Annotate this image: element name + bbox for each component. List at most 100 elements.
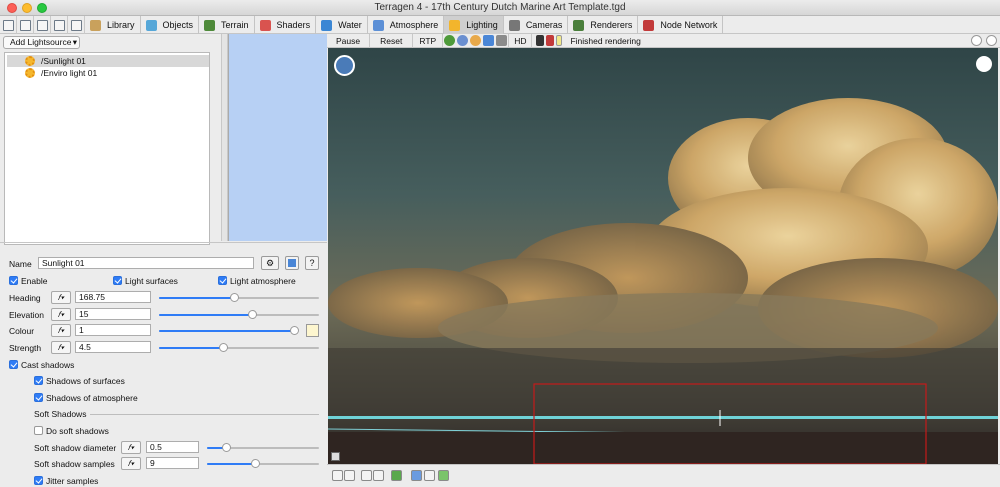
shadows-of-surfaces-checkbox[interactable]	[34, 376, 43, 385]
heading-slider[interactable]	[159, 293, 319, 302]
objects-preview-icon[interactable]	[496, 35, 508, 46]
soft-shadow-diameter-slider[interactable]	[207, 443, 319, 452]
camera-select-icon[interactable]	[344, 470, 355, 481]
node-network-icon	[643, 19, 655, 31]
do-soft-shadows-label: Do soft shadows	[46, 426, 109, 436]
refresh-icon[interactable]	[391, 470, 402, 481]
add-lightsource-button[interactable]: Add Lightsource ▾	[3, 36, 80, 49]
name-label: Name	[9, 259, 32, 269]
preview-button[interactable]	[285, 256, 299, 270]
heading-field[interactable]: 168.75	[75, 291, 151, 303]
save-project-button[interactable]	[34, 16, 51, 34]
paste-camera-icon[interactable]	[373, 470, 384, 481]
copy-camera-icon[interactable]	[361, 470, 372, 481]
water-preview-icon[interactable]	[483, 35, 495, 46]
slider-knob[interactable]	[290, 326, 300, 335]
expand-view-icon[interactable]	[971, 35, 982, 46]
resize-corner-icon[interactable]	[331, 452, 340, 461]
render-status: Finished rendering	[570, 35, 641, 46]
soft-shadow-samples-slider[interactable]	[207, 459, 319, 468]
soft-shadow-samples-field[interactable]: 9	[146, 457, 199, 469]
zoom-window-button[interactable]	[37, 3, 47, 13]
soft-samples-function-button[interactable]: 𝑓▾	[121, 457, 141, 470]
colour-field[interactable]: 1	[75, 324, 151, 336]
pause-button[interactable]: Pause	[327, 33, 371, 48]
render-toolbar: Pause Reset RTP HD Finished rendering	[327, 33, 1000, 48]
tab-library[interactable]: Library	[85, 16, 141, 34]
heading-function-button[interactable]: 𝑓▾	[51, 291, 71, 304]
help-button[interactable]: ?	[305, 256, 319, 270]
clip-icon[interactable]	[556, 35, 563, 46]
slider-knob[interactable]	[219, 343, 228, 352]
slider-knob[interactable]	[247, 310, 257, 319]
colour-swatch[interactable]	[306, 324, 319, 337]
strength-field[interactable]: 4.5	[75, 341, 151, 353]
shadows-of-atmosphere-checkbox[interactable]	[34, 393, 43, 402]
maximize-view-icon[interactable]	[986, 35, 997, 46]
minimize-window-button[interactable]	[22, 3, 32, 13]
soft-shadow-diameter-field[interactable]: 0.5	[146, 441, 199, 453]
new-project-button[interactable]	[0, 16, 17, 34]
tab-label: Library	[107, 20, 135, 30]
paint-icon[interactable]	[546, 35, 555, 46]
tab-objects[interactable]: Objects	[141, 16, 200, 34]
main-toolbar: Library Objects Terrain Shaders Water Atmosph…	[0, 16, 1000, 34]
layout-button-b[interactable]	[68, 16, 85, 34]
tab-water[interactable]: Water	[316, 16, 368, 34]
enable-checkbox[interactable]	[9, 276, 18, 285]
do-soft-shadows-checkbox[interactable]	[34, 426, 43, 435]
name-field[interactable]: Sunlight 01	[38, 257, 254, 269]
light-atmosphere-checkbox[interactable]	[218, 276, 227, 285]
brush-icon[interactable]	[536, 35, 545, 46]
camera-view-icon[interactable]	[332, 470, 343, 481]
gear-menu-button[interactable]: ⚙	[261, 256, 279, 270]
hd-button[interactable]: HD	[508, 33, 533, 48]
elevation-function-button[interactable]: 𝑓▾	[51, 308, 71, 321]
tab-renderers[interactable]: Renderers	[568, 16, 639, 34]
mini-3d-preview[interactable]	[228, 34, 494, 241]
tab-shaders[interactable]: Shaders	[255, 16, 317, 34]
colour-slider[interactable]	[159, 326, 300, 335]
strength-slider[interactable]	[159, 343, 319, 352]
slider-knob[interactable]	[251, 459, 261, 468]
open-project-button[interactable]	[17, 16, 34, 34]
navigate-icon[interactable]	[438, 470, 449, 481]
vertical-splitter[interactable]	[221, 34, 228, 241]
frame-icon[interactable]	[424, 470, 435, 481]
terrain-preview-icon[interactable]	[444, 35, 456, 46]
tab-lighting[interactable]: Lighting	[444, 16, 504, 34]
slider-knob[interactable]	[230, 293, 240, 302]
light-list-item[interactable]: /Sunlight 01	[7, 55, 209, 67]
light-item-label: /Enviro light 01	[41, 68, 98, 78]
tab-node-network[interactable]: Node Network	[638, 16, 724, 34]
rtp-button[interactable]: RTP	[413, 33, 444, 48]
layout-button-a[interactable]	[51, 16, 68, 34]
elevation-field[interactable]: 15	[75, 308, 151, 320]
lighting-preview-icon[interactable]	[470, 35, 482, 46]
app-window: Terragen 4 - 17th Century Dutch Marine A…	[0, 0, 1000, 487]
compass-icon[interactable]	[334, 55, 355, 76]
sun-handle-icon[interactable]	[976, 56, 992, 72]
light-surfaces-checkbox[interactable]	[113, 276, 122, 285]
slider-knob[interactable]	[222, 443, 232, 452]
render-viewport[interactable]	[328, 48, 998, 464]
horizontal-splitter[interactable]	[0, 242, 327, 246]
elevation-slider[interactable]	[159, 310, 319, 319]
tab-label: Renderers	[590, 20, 633, 30]
tab-cameras[interactable]: Cameras	[504, 16, 569, 34]
colour-function-button[interactable]: 𝑓▾	[51, 324, 71, 337]
lighting-panel: Add Lightsource ▾ /Sunlight 01 /Enviro li…	[0, 34, 494, 487]
jitter-samples-checkbox[interactable]	[34, 476, 43, 485]
tab-atmosphere[interactable]: Atmosphere	[368, 16, 445, 34]
strength-function-button[interactable]: 𝑓▾	[51, 341, 71, 354]
tab-terrain[interactable]: Terrain	[199, 16, 255, 34]
layout-icon	[70, 19, 82, 31]
atmosphere-preview-icon[interactable]	[457, 35, 469, 46]
reset-button[interactable]: Reset	[370, 33, 414, 48]
cast-shadows-checkbox[interactable]	[9, 360, 18, 369]
close-window-button[interactable]	[7, 3, 17, 13]
light-list-item[interactable]: /Enviro light 01	[7, 67, 209, 79]
enviro-light-icon	[25, 68, 35, 78]
soft-diameter-function-button[interactable]: 𝑓▾	[121, 441, 141, 454]
eye-icon[interactable]	[411, 470, 422, 481]
